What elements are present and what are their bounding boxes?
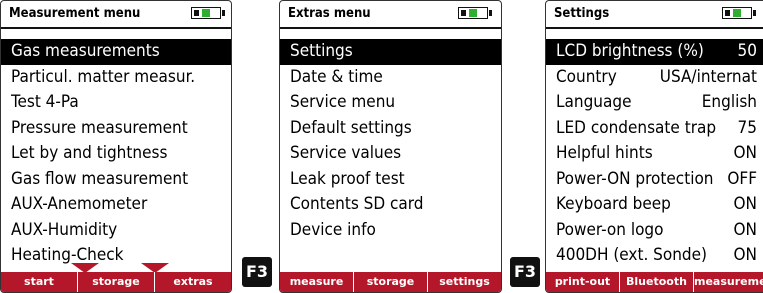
setting-label: Keyboard beep (556, 194, 671, 214)
menu-item-particulate-matter[interactable]: Particul. matter measur. (1, 65, 231, 91)
softkey-bluetooth[interactable]: Bluetooth (619, 272, 693, 292)
setting-value: ON (733, 194, 757, 214)
softkey-bar: measure storage settings (280, 272, 501, 292)
menu-item-leak-proof-test[interactable]: Leak proof test (280, 167, 501, 193)
softkey-storage[interactable]: storage (77, 272, 154, 292)
setting-value: ON (733, 219, 757, 240)
setting-value: ON (733, 245, 757, 265)
setting-keyboard-beep[interactable]: Keyboard beep ON (546, 192, 763, 218)
softkey-bar: start storage extras (1, 272, 231, 292)
menu-item-test-4pa[interactable]: Test 4-Pa (1, 90, 231, 116)
setting-label: Language (556, 92, 632, 112)
menu-list: Settings Date & time Service menu Defaul… (280, 39, 501, 243)
setting-label: Power-ON protection (556, 168, 714, 189)
setting-value: USA/internat (659, 66, 757, 87)
setting-value: English (701, 92, 757, 112)
setting-led-condensate-trap[interactable]: LED condensate trap 75 (546, 116, 763, 142)
setting-label: 400DH (ext. Sonde) (556, 245, 708, 265)
setting-lcd-brightness[interactable]: LCD brightness (%) 50 (546, 39, 763, 65)
menu-item-settings[interactable]: Settings (280, 39, 501, 65)
setting-language[interactable]: Language English (546, 90, 763, 116)
f3-key[interactable]: F3 (510, 257, 540, 287)
menu-item-gas-measurements[interactable]: Gas measurements (1, 39, 231, 65)
menu-item-date-time[interactable]: Date & time (280, 65, 501, 91)
setting-value: ON (733, 143, 757, 163)
menu-item-gas-flow-measurement[interactable]: Gas flow measurement (1, 167, 231, 193)
setting-value: OFF (727, 168, 757, 189)
softkey-start[interactable]: start (1, 272, 77, 292)
settings-screen: Settings LCD brightness (%) 50 Country U… (545, 0, 763, 293)
softkey-measure[interactable]: measure (280, 272, 353, 292)
setting-power-on-protection[interactable]: Power-ON protection OFF (546, 167, 763, 193)
softkey-print-out[interactable]: print-out (546, 272, 619, 292)
f3-key[interactable]: F3 (242, 257, 272, 287)
menu-item-device-info[interactable]: Device info (280, 218, 501, 244)
menu-item-contents-sd-card[interactable]: Contents SD card (280, 192, 501, 218)
setting-label: Power-on logo (556, 219, 664, 240)
softkey-measurement[interactable]: measurement (693, 272, 763, 292)
menu-item-heating-check[interactable]: Heating-Check (1, 243, 231, 269)
setting-value: 50 (737, 41, 757, 61)
menu-item-let-by-tightness[interactable]: Let by and tightness (1, 141, 231, 167)
battery-icon (458, 7, 492, 19)
menu-item-service-values[interactable]: Service values (280, 141, 501, 167)
menu-item-service-menu[interactable]: Service menu (280, 90, 501, 116)
setting-400dh-ext-sonde[interactable]: 400DH (ext. Sonde) ON (546, 243, 763, 269)
setting-power-on-logo[interactable]: Power-on logo ON (546, 218, 763, 244)
extras-menu-screen: Extras menu Settings Date & time Service… (279, 0, 502, 293)
setting-helpful-hints[interactable]: Helpful hints ON (546, 141, 763, 167)
measurement-menu-screen: Measurement menu Gas measurements Partic… (0, 0, 232, 293)
softkey-bar: print-out Bluetooth measurement (546, 272, 763, 292)
battery-icon (722, 7, 756, 19)
softkey-storage[interactable]: storage (353, 272, 427, 292)
menu-list: Gas measurements Particul. matter measur… (1, 39, 231, 269)
battery-icon (191, 7, 225, 19)
setting-value: 75 (737, 117, 757, 138)
setting-country[interactable]: Country USA/internat (546, 65, 763, 91)
softkey-extras[interactable]: extras (154, 272, 231, 292)
setting-label: LCD brightness (%) (556, 41, 704, 61)
menu-item-aux-anemometer[interactable]: AUX-Anemometer (1, 192, 231, 218)
menu-item-aux-humidity[interactable]: AUX-Humidity (1, 218, 231, 244)
setting-label: Country (556, 66, 617, 87)
menu-item-pressure-measurement[interactable]: Pressure measurement (1, 116, 231, 142)
setting-label: Helpful hints (556, 143, 653, 163)
softkey-settings[interactable]: settings (427, 272, 501, 292)
setting-label: LED condensate trap (556, 117, 717, 138)
menu-item-default-settings[interactable]: Default settings (280, 116, 501, 142)
settings-list: LCD brightness (%) 50 Country USA/intern… (546, 39, 763, 269)
